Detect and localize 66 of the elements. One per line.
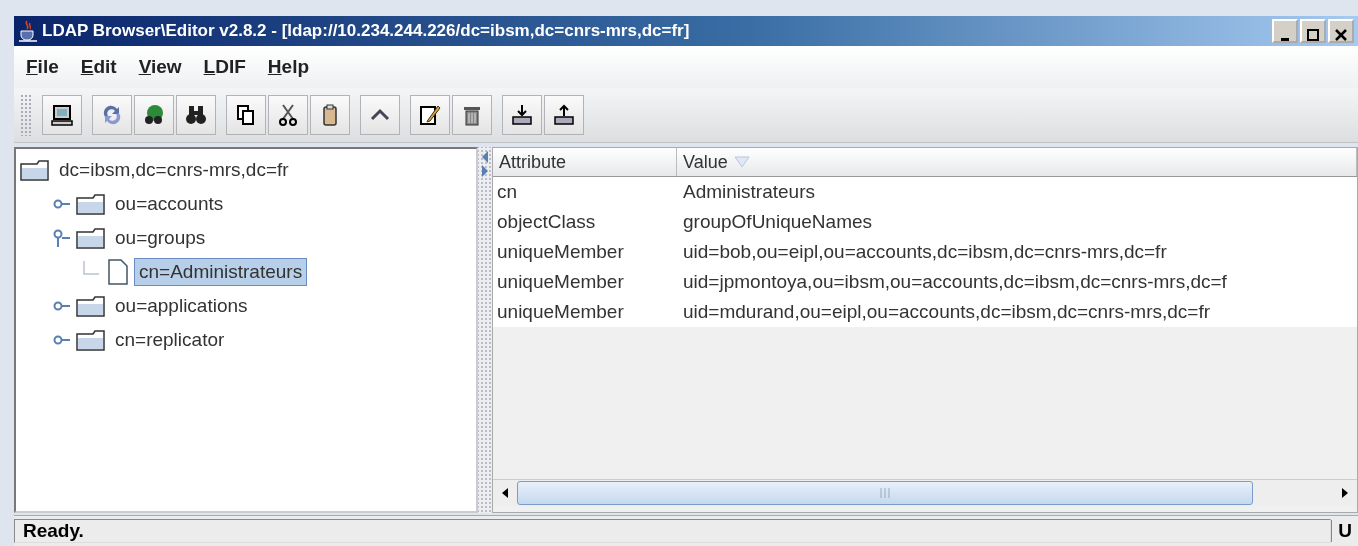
- minimize-button[interactable]: [1272, 19, 1298, 43]
- table-cell-text: groupOfUniqueNames: [682, 211, 874, 233]
- scissors-icon: [276, 103, 300, 127]
- table-cell-text: cn: [496, 181, 519, 203]
- edit-button[interactable]: [410, 95, 450, 135]
- refresh-button[interactable]: [92, 95, 132, 135]
- table-cell-text: uniqueMember: [496, 301, 625, 323]
- delete-button[interactable]: [452, 95, 492, 135]
- horizontal-scrollbar[interactable]: [493, 479, 1357, 506]
- table-cell-text: objectClass: [496, 211, 597, 233]
- tree-node[interactable]: cn=Administrateurs: [134, 258, 308, 286]
- menu-item[interactable]: File: [26, 56, 59, 78]
- tree-node[interactable]: ou=applications: [110, 292, 253, 320]
- computer-icon: [50, 103, 74, 127]
- menu-item[interactable]: LDIF: [203, 56, 246, 78]
- folder-icon: [76, 193, 106, 215]
- toolbar-grip[interactable]: [20, 94, 32, 136]
- table-cell-text: uid=jpmontoya,ou=ibsm,ou=accounts,dc=ibsm,dc=cnrs-mrs,dc=f: [682, 271, 1228, 293]
- document-icon: [106, 259, 130, 285]
- close-icon: [1335, 29, 1347, 41]
- tree-node[interactable]: ou=accounts: [110, 190, 229, 218]
- maximize-icon: [1307, 29, 1319, 41]
- table-cell-text: uniqueMember: [496, 271, 625, 293]
- export-button[interactable]: [544, 95, 584, 135]
- folder-icon: [76, 295, 106, 317]
- browse-button[interactable]: [134, 95, 174, 135]
- copy-button[interactable]: [226, 95, 266, 135]
- maximize-button[interactable]: [1300, 19, 1326, 43]
- import-button[interactable]: [502, 95, 542, 135]
- expand-right-icon[interactable]: [481, 165, 489, 177]
- menu-item[interactable]: Help: [267, 56, 309, 78]
- cut-button[interactable]: [268, 95, 308, 135]
- menu-item[interactable]: View: [138, 56, 182, 78]
- globe-binoculars-icon: [142, 103, 166, 127]
- tree-line: [83, 261, 99, 275]
- folder-icon: [20, 159, 50, 181]
- menu-item[interactable]: Edit: [80, 56, 117, 78]
- tree-node[interactable]: cn=replicator: [110, 326, 230, 354]
- scrollbar-thumb[interactable]: [517, 481, 1253, 505]
- table-cell-text: Administrateurs: [682, 181, 816, 203]
- tree-node[interactable]: dc=ibsm,dc=cnrs-mrs,dc=fr: [54, 156, 294, 184]
- status-indicator: U: [1331, 520, 1358, 542]
- table-cell-text: uniqueMember: [496, 241, 625, 263]
- column-header[interactable]: Value: [677, 148, 1357, 176]
- table-cell-text: uid=mdurand,ou=eipl,ou=accounts,dc=ibsm,dc=cnrs-mrs,dc=fr: [682, 301, 1211, 323]
- folder-icon: [76, 329, 106, 351]
- minimize-icon: [1281, 38, 1289, 41]
- grip-icon: [879, 487, 891, 499]
- sort-icon: [733, 156, 750, 168]
- coffee-cup-icon: [18, 20, 38, 42]
- tree-node[interactable]: ou=groups: [110, 224, 211, 252]
- up-button[interactable]: [360, 95, 400, 135]
- binoculars-icon: [184, 103, 208, 127]
- column-header[interactable]: Attribute: [493, 148, 677, 176]
- pencil-note-icon: [418, 103, 442, 127]
- folder-icon: [76, 227, 106, 249]
- download-tray-icon: [510, 103, 534, 127]
- upload-tray-icon: [552, 103, 576, 127]
- close-button[interactable]: [1328, 19, 1354, 43]
- table-cell-text: uid=bob,ou=eipl,ou=accounts,dc=ibsm,dc=cnrs-mrs,dc=fr: [682, 241, 1168, 263]
- paste-button[interactable]: [310, 95, 350, 135]
- connect-button[interactable]: [42, 95, 82, 135]
- window-title: LDAP Browser\Editor v2.8.2 - [ldap://10.234.244.226/dc=ibsm,dc=cnrs-mrs,dc=fr]: [42, 21, 690, 41]
- search-button[interactable]: [176, 95, 216, 135]
- collapse-left-icon[interactable]: [481, 151, 489, 163]
- status-message: Ready.: [14, 519, 1332, 543]
